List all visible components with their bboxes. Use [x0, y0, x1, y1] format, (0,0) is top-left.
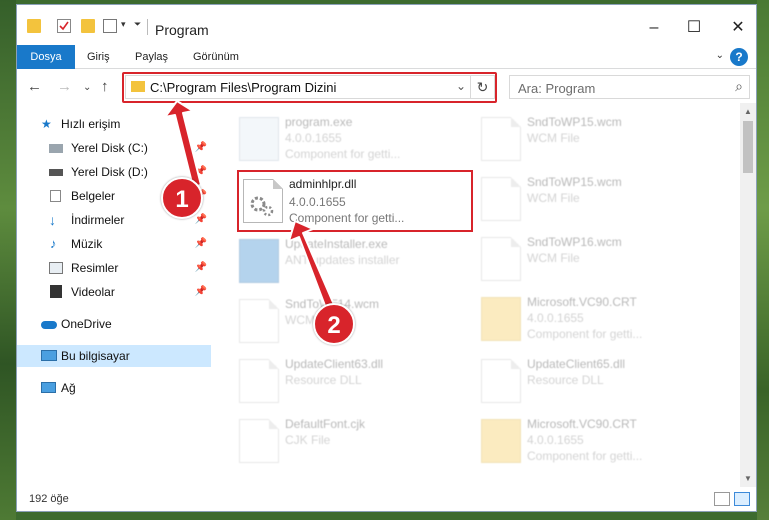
annotation-arrows [164, 100, 336, 312]
desktop-background-left [0, 0, 16, 520]
desktop-background-right [757, 0, 769, 520]
arrow-to-file [288, 220, 336, 312]
step-marker-1: 1 [161, 177, 203, 219]
explorer-window: ▾ ⏷ Program – ☐ ✕ Dosya Giriş Paylaş Gör… [16, 4, 757, 512]
arrow-to-address-bar [164, 100, 202, 188]
step-marker-2: 2 [313, 303, 355, 345]
